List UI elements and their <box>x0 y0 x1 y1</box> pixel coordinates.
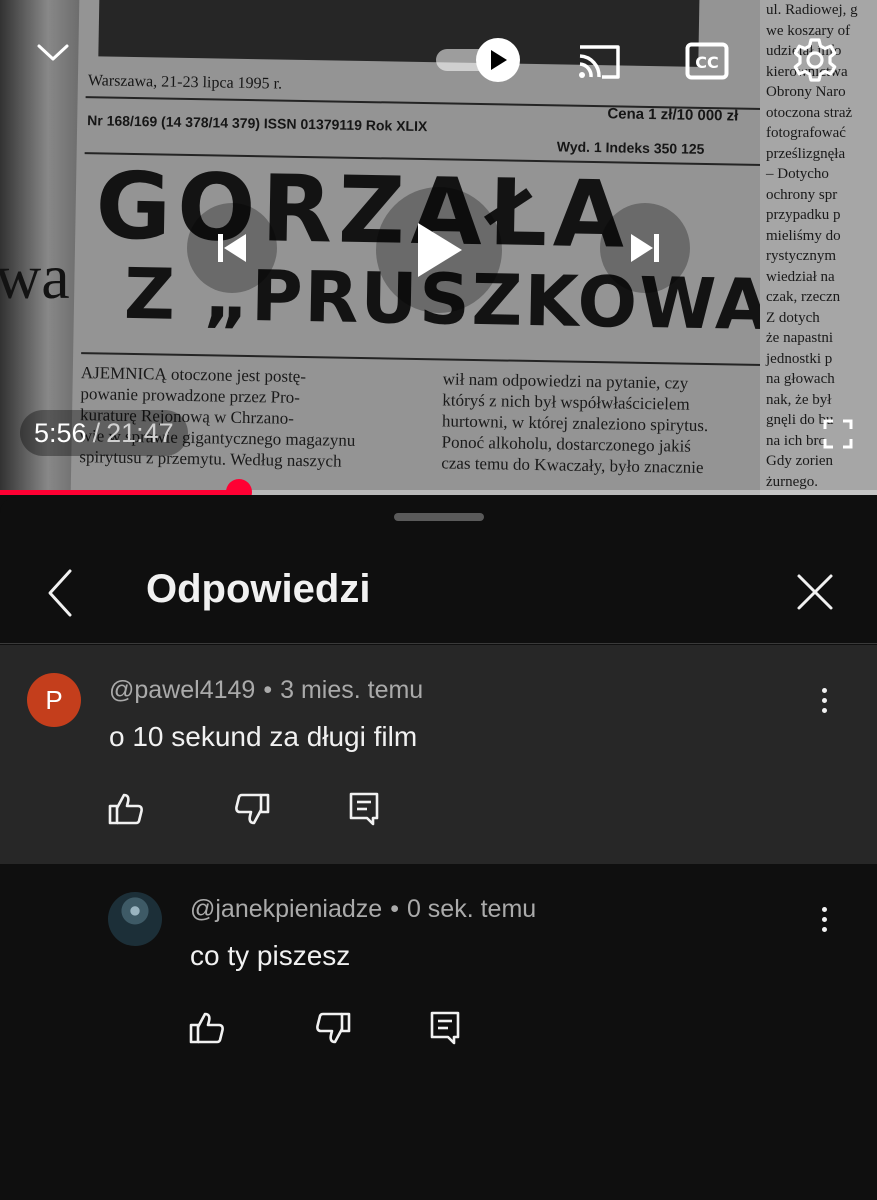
play-icon <box>476 38 520 82</box>
thumb-up-icon[interactable] <box>187 1008 227 1048</box>
next-icon[interactable] <box>600 203 690 293</box>
video-player[interactable]: wa Warszawa, 21-23 lipca 1995 r. Nr 168/… <box>0 0 877 495</box>
comment-time: 3 mies. temu <box>280 676 424 704</box>
comment-author[interactable]: @pawel4149 <box>109 676 255 704</box>
time-separator: / <box>92 417 101 448</box>
thumb-down-icon[interactable] <box>232 789 272 829</box>
progress-bar[interactable] <box>0 479 877 495</box>
progress-scrubber[interactable] <box>225 479 252 495</box>
progress-fill <box>0 490 239 495</box>
back-arrow-icon[interactable] <box>36 563 96 623</box>
avatar-letter: P <box>45 684 63 715</box>
chevron-down-icon[interactable] <box>30 30 76 76</box>
parent-comment: P @pawel4149 • 3 mies. temu o 10 sekund za… <box>0 645 877 864</box>
comment-text: o 10 sekund za długi film <box>109 721 418 752</box>
close-icon[interactable] <box>790 567 840 617</box>
replies-panel: Odpowiedzi P @pawel4149 • 3 mies. temu o 1… <box>0 497 877 1200</box>
avatar[interactable]: P <box>27 673 81 727</box>
panel-header: Odpowiedzi <box>0 543 877 643</box>
meta-dot: • <box>390 895 399 923</box>
fullscreen-icon[interactable] <box>818 414 858 454</box>
play-button[interactable] <box>376 187 502 313</box>
svg-text:CC: CC <box>695 53 718 72</box>
page-title: Odpowiedzi <box>146 567 371 611</box>
duration: 21:47 <box>106 417 174 448</box>
more-vert-icon[interactable] <box>804 899 844 939</box>
cc-icon[interactable]: CC <box>682 38 732 84</box>
header-divider <box>0 643 877 644</box>
more-vert-icon[interactable] <box>804 680 844 720</box>
thumb-down-icon[interactable] <box>313 1008 353 1048</box>
previous-icon[interactable] <box>187 203 277 293</box>
drag-handle[interactable] <box>394 513 484 521</box>
meta-dot: • <box>263 676 273 704</box>
gear-icon[interactable] <box>789 34 841 86</box>
play-icon <box>418 223 462 277</box>
reply-comment: @janekpieniadze • 0 sek. temu co ty piszes… <box>0 864 877 1064</box>
comment-meta: @pawel4149 • 3 mies. temu <box>109 676 423 705</box>
comment-time: 0 sek. temu <box>406 895 537 923</box>
comment-author[interactable]: @janekpieniadze <box>190 895 382 923</box>
comment-text: co ty piszesz <box>190 940 351 971</box>
time-display: 5:56 / 21:47 <box>20 410 188 456</box>
reply-icon[interactable] <box>426 1008 466 1048</box>
avatar[interactable] <box>108 892 162 946</box>
current-time: 5:56 <box>34 417 87 448</box>
thumb-up-icon[interactable] <box>106 789 146 829</box>
reply-icon[interactable] <box>345 789 385 829</box>
cast-icon[interactable] <box>572 38 624 84</box>
comment-meta: @janekpieniadze • 0 sek. temu <box>190 895 536 924</box>
autoplay-toggle[interactable] <box>436 38 520 82</box>
